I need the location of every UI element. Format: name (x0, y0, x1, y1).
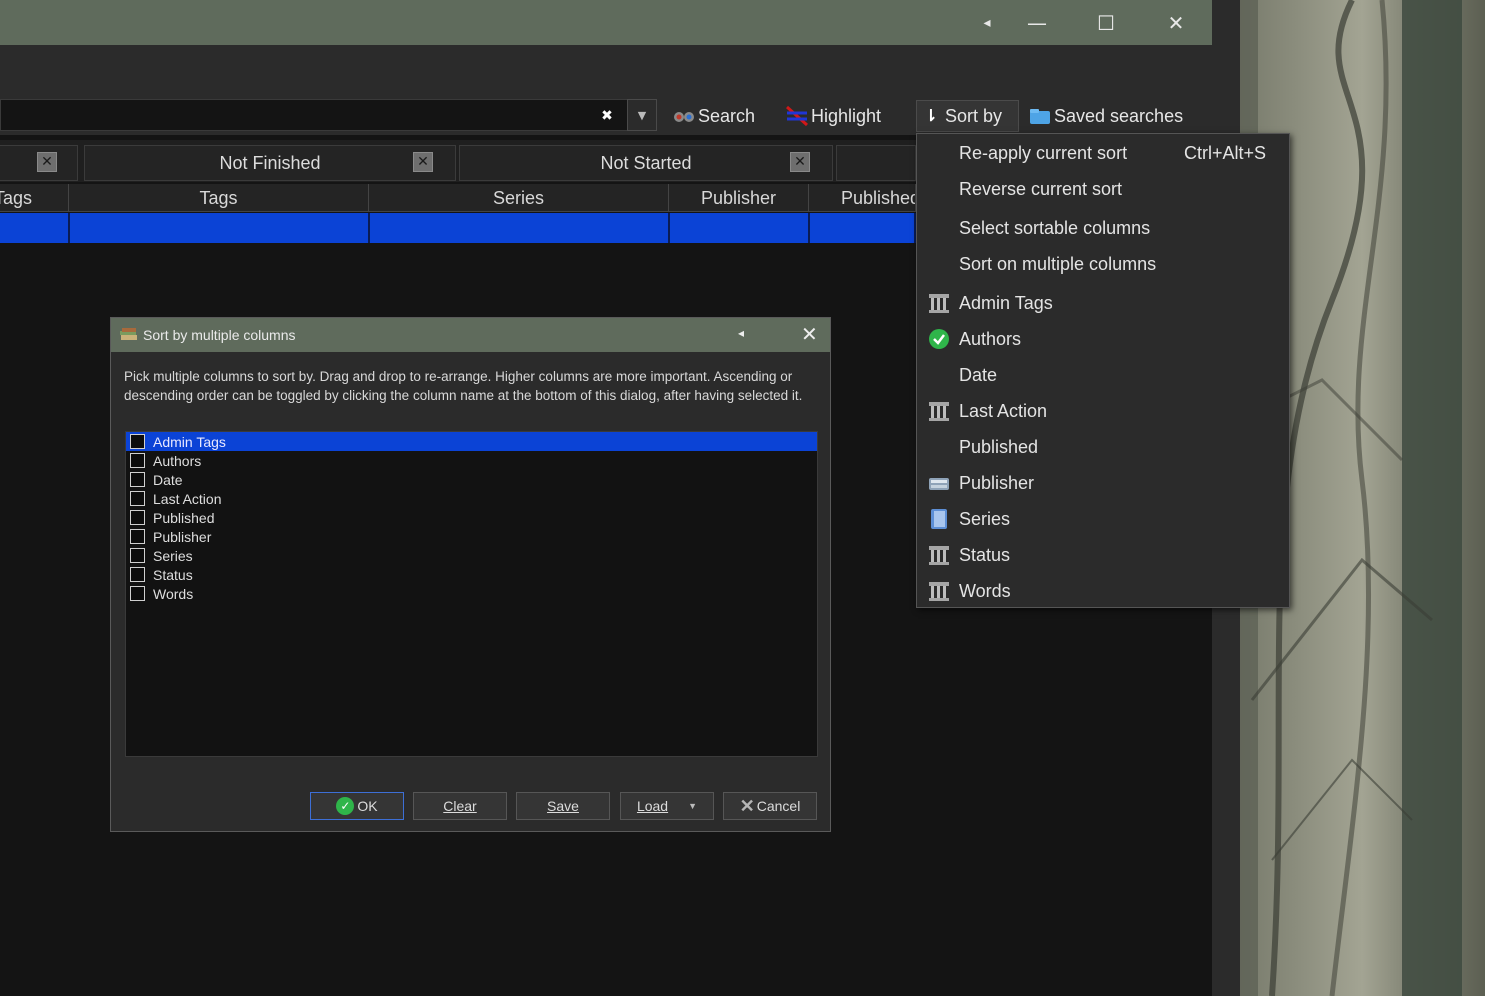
checkbox[interactable] (130, 491, 145, 506)
sort-multiple-columns-dialog: Sort by multiple columns ◂ ✕ Pick multip… (110, 317, 831, 832)
selected-cell[interactable] (0, 213, 70, 243)
folder-icon (1028, 105, 1052, 127)
menu-item-series[interactable]: Series (917, 502, 1289, 536)
column-header[interactable]: Tags (0, 184, 69, 212)
dialog-title-bar: Sort by multiple columns ◂ ✕ (111, 318, 830, 352)
checkbox[interactable] (130, 453, 145, 468)
highlight-toggle[interactable]: Highlight (785, 101, 881, 131)
selected-cell[interactable] (810, 213, 916, 243)
clear-button[interactable]: Clear (413, 792, 507, 820)
sort-by-button[interactable]: ⇂ Sort by (916, 100, 1019, 132)
maximize-button[interactable]: ☐ (1076, 0, 1136, 45)
close-tab-icon[interactable]: ✕ (790, 152, 810, 172)
menu-item-published[interactable]: Published (917, 430, 1289, 464)
list-item[interactable]: Authors (126, 451, 817, 470)
dialog-title: Sort by multiple columns (143, 327, 296, 343)
list-item[interactable]: Admin Tags (126, 432, 817, 451)
column-icon (927, 543, 951, 567)
saved-searches-button[interactable]: Saved searches (1028, 101, 1183, 131)
column-header-published[interactable]: Published (809, 184, 916, 212)
list-item[interactable]: Series (126, 546, 817, 565)
list-item[interactable]: Published (126, 508, 817, 527)
vl-tab-label: Not Finished (219, 152, 321, 173)
list-item[interactable]: Status (126, 565, 817, 584)
vl-tab-label: Not Started (600, 152, 692, 173)
menu-item-authors[interactable]: Authors (917, 322, 1289, 356)
list-item[interactable]: Last Action (126, 489, 817, 508)
close-button[interactable]: ✕ (1146, 0, 1206, 45)
checkmark-icon: ✓ (336, 797, 355, 815)
cancel-button[interactable]: ✕ Cancel (723, 792, 817, 820)
search-input[interactable] (0, 99, 628, 131)
dialog-close-icon[interactable]: ✕ (801, 322, 818, 347)
menu-item-last-action[interactable]: Last Action (917, 394, 1289, 428)
checkbox[interactable] (130, 567, 145, 582)
list-item[interactable]: Publisher (126, 527, 817, 546)
vl-tab-not-started[interactable]: Not Started (459, 145, 833, 181)
sort-by-label: Sort by (945, 105, 1003, 126)
search-label: Search (698, 105, 756, 126)
menu-item-sort-multiple-columns[interactable]: Sort on multiple columns (917, 247, 1289, 281)
book-icon (119, 326, 139, 344)
chevron-down-icon[interactable]: ▼ (688, 801, 697, 811)
search-history-dropdown[interactable]: ▼ (627, 99, 657, 131)
column-icon (927, 579, 951, 603)
highlight-icon (785, 105, 809, 127)
close-tab-icon[interactable]: ✕ (37, 152, 57, 172)
save-button[interactable]: Save (516, 792, 610, 820)
search-button[interactable]: Search (672, 101, 755, 131)
clear-search-icon[interactable]: ✖ (597, 108, 617, 124)
checkbox[interactable] (130, 586, 145, 601)
saved-searches-label: Saved searches (1054, 105, 1184, 126)
checkbox[interactable] (130, 548, 145, 563)
menu-item-date[interactable]: Date (917, 358, 1289, 392)
menu-item-words[interactable]: Words (917, 574, 1289, 608)
binoculars-icon (672, 105, 696, 127)
sort-icon: ⇂ (924, 108, 938, 125)
minimize-button[interactable]: — (1007, 0, 1067, 45)
column-header-publisher[interactable]: Publisher (669, 184, 809, 212)
checkbox[interactable] (130, 510, 145, 525)
sort-by-menu: Re-apply current sort Ctrl+Alt+S Reverse… (916, 133, 1290, 608)
column-header-tags[interactable]: Tags (69, 184, 369, 212)
checkbox[interactable] (130, 472, 145, 487)
list-item[interactable]: Words (126, 584, 817, 603)
menu-item-admin-tags[interactable]: Admin Tags (917, 286, 1289, 320)
menu-item-publisher[interactable]: Publisher (917, 466, 1289, 500)
selected-cell[interactable] (670, 213, 810, 243)
checkmark-icon (927, 327, 951, 351)
vl-tab-not-finished[interactable]: Not Finished (84, 145, 456, 181)
load-button[interactable]: Load ▼ (620, 792, 714, 820)
shortcut-label: Ctrl+Alt+S (1184, 142, 1267, 163)
title-bar: ◂ — ☐ ✕ (0, 0, 1212, 45)
checkbox[interactable] (130, 529, 145, 544)
selected-cell[interactable] (70, 213, 370, 243)
menu-item-select-sortable-columns[interactable]: Select sortable columns (917, 211, 1289, 245)
publisher-icon (927, 471, 951, 495)
menu-item-reverse-sort[interactable]: Reverse current sort (917, 172, 1289, 206)
back-arrow-icon[interactable]: ◂ (738, 326, 744, 340)
close-tab-icon[interactable]: ✕ (413, 152, 433, 172)
vl-tab[interactable] (836, 145, 916, 181)
dialog-description: Pick multiple columns to sort by. Drag a… (124, 369, 803, 403)
cancel-x-icon: ✕ (739, 795, 755, 816)
series-icon (927, 507, 951, 531)
ok-button[interactable]: ✓ OK (310, 792, 404, 820)
column-icon (927, 291, 951, 315)
column-header-series[interactable]: Series (369, 184, 669, 212)
menu-item-reapply-sort[interactable]: Re-apply current sort Ctrl+Alt+S (917, 136, 1289, 170)
list-item[interactable]: Date (126, 470, 817, 489)
highlight-label: Highlight (811, 105, 882, 126)
sort-columns-list[interactable]: Admin Tags Authors Date Last Action Publ… (125, 431, 818, 757)
column-icon (927, 399, 951, 423)
selected-cell[interactable] (370, 213, 670, 243)
menu-item-status[interactable]: Status (917, 538, 1289, 572)
checkbox[interactable] (130, 434, 145, 449)
